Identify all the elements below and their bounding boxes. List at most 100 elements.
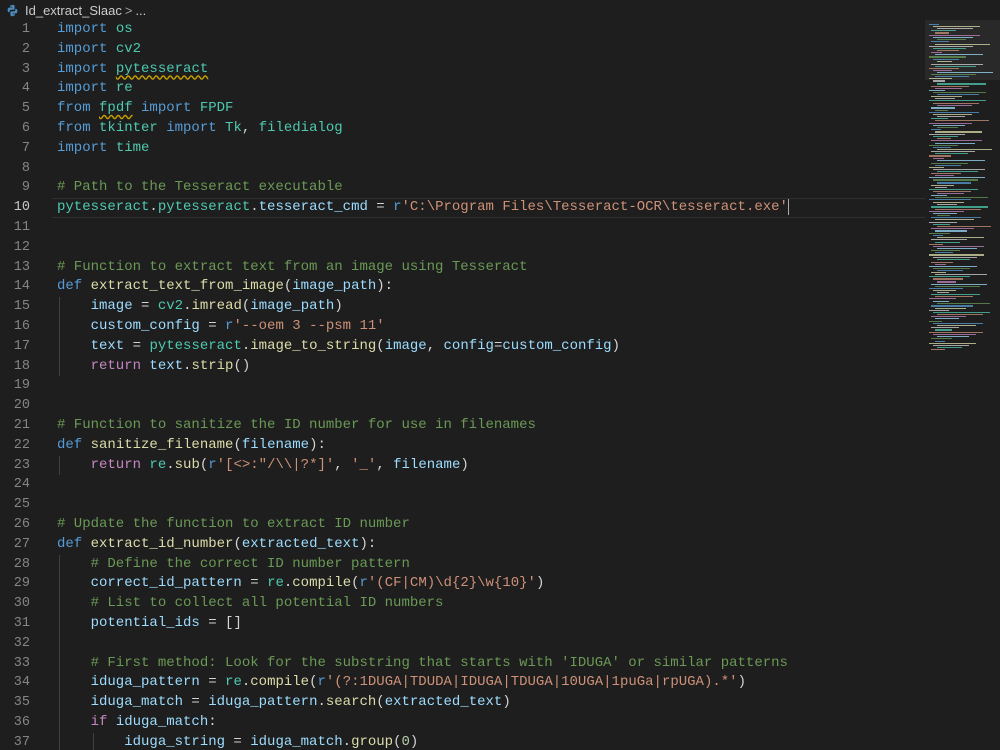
line-number: 16 [13, 318, 30, 334]
minimap-line [929, 56, 966, 58]
code-line[interactable]: 30 # List to collect all potential ID nu… [0, 594, 925, 614]
code-line[interactable]: 8 [0, 159, 925, 179]
minimap-line [933, 345, 969, 347]
code-line[interactable]: 32 [0, 634, 925, 654]
code-line[interactable]: 28 # Define the correct ID number patter… [0, 555, 925, 575]
line-number: 2 [21, 41, 30, 57]
minimap-line [931, 337, 952, 339]
line-number: 20 [13, 398, 30, 414]
code-editor[interactable]: 1 import os 2 import cv2 3 import pytesseract… [0, 20, 925, 750]
code-line[interactable]: 1 import os [0, 20, 925, 40]
code-line[interactable]: 16 custom_config = r'--oem 3 --psm 11' [0, 317, 925, 337]
code-line[interactable]: 4 import re [0, 79, 925, 99]
code-line[interactable]: 15 image = cv2.imread(image_path) [0, 297, 925, 317]
minimap-line [937, 214, 950, 216]
minimap-line [929, 298, 956, 300]
code-line[interactable]: 6 from tkinter import Tk, filedialog [0, 119, 925, 139]
code-line[interactable]: 31 potential_ids = [] [0, 614, 925, 634]
code-token: text [57, 337, 125, 354]
code-token: cv2 [157, 298, 184, 315]
minimap-line [937, 93, 979, 96]
code-line[interactable]: 21 # Function to sanitize the ID number f… [0, 416, 925, 436]
code-line[interactable]: 29 correct_id_pattern = re.compile(r'(CF… [0, 574, 925, 594]
minimap[interactable] [925, 20, 1000, 750]
minimap-line [933, 323, 983, 325]
code-token: # First method: Look for the substring t… [57, 654, 788, 671]
minimap-line [935, 197, 988, 199]
code-line[interactable]: 13 # Function to extract text from an ima… [0, 258, 925, 278]
code-line[interactable]: 5 from fpdf import FPDF [0, 99, 925, 119]
code-line[interactable]: 26 # Update the function to extract ID nu… [0, 515, 925, 535]
minimap-line [931, 63, 983, 65]
code-line[interactable]: 19 [0, 376, 925, 396]
code-line[interactable]: 20 [0, 396, 925, 416]
code-token: = [199, 674, 226, 691]
code-line[interactable]: 11 [0, 218, 925, 238]
minimap-line [929, 155, 951, 157]
code-line[interactable]: 18 return text.strip() [0, 357, 925, 377]
line-number: 27 [13, 536, 30, 552]
code-line[interactable]: 33 # First method: Look for the substrin… [0, 654, 925, 674]
code-line[interactable]: 7 import time [0, 139, 925, 159]
code-token: def [57, 535, 83, 552]
minimap-line [933, 179, 978, 181]
code-line[interactable]: 23 return re.sub(r'[<>:"/\\|?*]', '_', f… [0, 456, 925, 476]
minimap-line [931, 305, 973, 307]
code-line[interactable]: 12 [0, 238, 925, 258]
code-token: ) [502, 694, 511, 711]
minimap-line [931, 349, 945, 351]
code-line[interactable]: 35 iduga_match = iduga_pattern.search(ex… [0, 693, 925, 713]
line-number: 5 [21, 101, 30, 117]
code-token: iduga_match [107, 713, 209, 730]
code-line[interactable]: 2 import cv2 [0, 40, 925, 60]
minimap-line [935, 340, 945, 342]
code-line[interactable]: 22 def sanitize_filename(filename): [0, 436, 925, 456]
code-line[interactable]: 24 [0, 475, 925, 495]
code-line[interactable]: 10 pytesseract.pytesseract.tesseract_cmd … [0, 198, 925, 218]
minimap-line [935, 142, 975, 144]
code-token: from [57, 119, 91, 136]
code-token: time [107, 139, 150, 156]
code-line[interactable]: 27 def extract_id_number(extracted_text): [0, 535, 925, 555]
code-line[interactable]: 3 import pytesseract [0, 60, 925, 80]
code-line[interactable]: 9 # Path to the Tesseract executable [0, 178, 925, 198]
code-text: import os [57, 20, 133, 40]
code-text: pytesseract.pytesseract.tesseract_cmd = … [57, 198, 789, 218]
code-text: image = cv2.imread(image_path) [57, 297, 343, 317]
code-text: def extract_text_from_image(image_path): [57, 277, 393, 297]
minimap-line [937, 291, 949, 294]
code-token: r [317, 674, 326, 691]
minimap-line [933, 113, 972, 115]
minimap-line [937, 303, 990, 305]
minimap-line [929, 100, 986, 102]
code-text: # Update the function to extract ID numb… [57, 515, 410, 535]
line-number: 34 [13, 675, 30, 691]
code-line[interactable]: 14 def extract_text_from_image(image_path… [0, 277, 925, 297]
code-line[interactable]: 34 iduga_pattern = re.compile(r'(?:1DUGA… [0, 673, 925, 693]
minimap-line [929, 166, 944, 168]
code-token: image_path [250, 298, 335, 315]
minimap-line [935, 32, 949, 34]
line-number: 24 [13, 477, 30, 493]
minimap-line [937, 105, 972, 107]
minimap-line [929, 210, 964, 212]
code-line[interactable]: 17 text = pytesseract.image_to_string(im… [0, 337, 925, 357]
minimap-line [935, 54, 983, 56]
breadcrumb-file-name[interactable]: Id_extract_Slaac [25, 3, 122, 18]
code-line[interactable]: 37 iduga_string = iduga_match.group(0) [0, 733, 925, 750]
code-text: def extract_id_number(extracted_text): [57, 535, 376, 555]
breadcrumb-ellipsis[interactable]: ... [135, 3, 146, 18]
code-token: . [250, 199, 259, 216]
minimap-line [929, 342, 976, 345]
code-token: # List to collect all potential ID numbe… [57, 595, 444, 612]
minimap-line [929, 188, 978, 190]
breadcrumb-separator: > [124, 2, 133, 18]
python-file-icon [7, 4, 18, 16]
minimap-line [937, 171, 978, 173]
line-number: 19 [13, 378, 30, 394]
code-line[interactable]: 25 [0, 495, 925, 515]
line-number: 22 [13, 437, 30, 453]
minimap-line [931, 96, 962, 98]
minimap-line [931, 52, 942, 54]
code-line[interactable]: 36 if iduga_match: [0, 713, 925, 733]
